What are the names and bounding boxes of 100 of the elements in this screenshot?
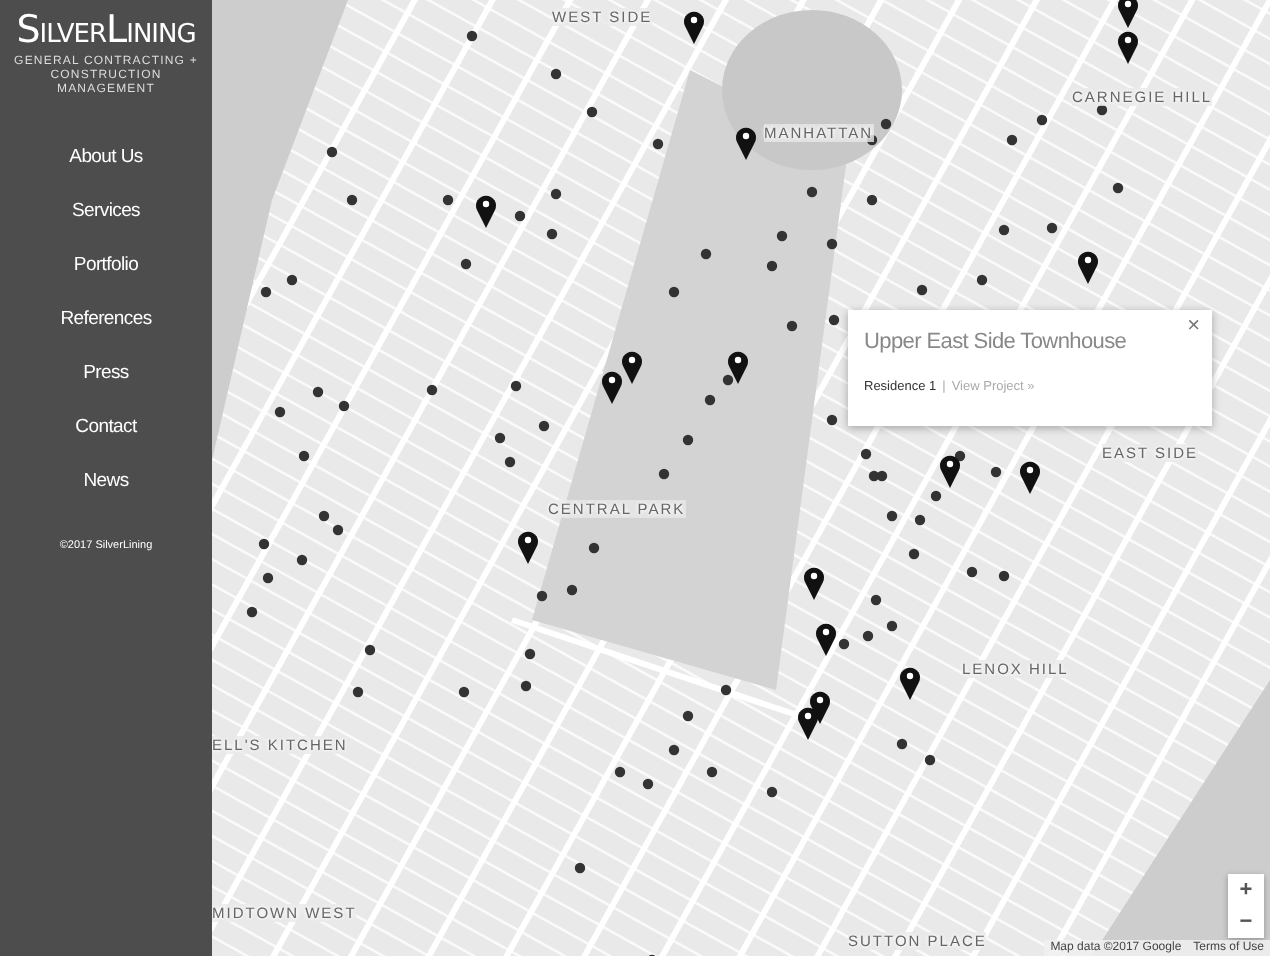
location-dot[interactable] — [908, 548, 920, 560]
location-dot[interactable] — [722, 374, 734, 386]
nav-link[interactable]: Press — [83, 358, 129, 388]
location-dot[interactable] — [642, 778, 654, 790]
location-dot[interactable] — [550, 188, 562, 200]
location-dot[interactable] — [862, 630, 874, 642]
nav-link[interactable]: News — [83, 466, 129, 496]
location-dot[interactable] — [338, 400, 350, 412]
location-dot[interactable] — [880, 118, 892, 130]
location-dot[interactable] — [586, 106, 598, 118]
location-dot[interactable] — [332, 524, 344, 536]
map-pin-icon[interactable] — [940, 455, 960, 488]
location-dot[interactable] — [460, 258, 472, 270]
map-pin-icon[interactable] — [1078, 251, 1098, 284]
location-dot[interactable] — [786, 320, 798, 332]
location-dot[interactable] — [466, 30, 478, 42]
location-dot[interactable] — [494, 432, 506, 444]
zoom-out-button[interactable]: − — [1228, 906, 1264, 938]
location-dot[interactable] — [312, 386, 324, 398]
close-button[interactable]: × — [1183, 314, 1204, 338]
map-pin-icon[interactable] — [804, 567, 824, 600]
location-dot[interactable] — [914, 514, 926, 526]
location-dot[interactable] — [258, 538, 270, 550]
location-dot[interactable] — [442, 194, 454, 206]
location-dot[interactable] — [1096, 104, 1108, 116]
map-pin-icon[interactable] — [1118, 31, 1138, 64]
map-pin-icon[interactable] — [816, 623, 836, 656]
location-dot[interactable] — [538, 420, 550, 432]
map-pin-icon[interactable] — [518, 531, 538, 564]
location-dot[interactable] — [566, 584, 578, 596]
location-dot[interactable] — [504, 456, 516, 468]
location-dot[interactable] — [326, 146, 338, 158]
location-dot[interactable] — [916, 284, 928, 296]
location-dot[interactable] — [924, 754, 936, 766]
location-dot[interactable] — [998, 570, 1010, 582]
location-dot[interactable] — [860, 448, 872, 460]
location-dot[interactable] — [668, 286, 680, 298]
location-dot[interactable] — [318, 510, 330, 522]
location-dot[interactable] — [896, 738, 908, 750]
location-dot[interactable] — [828, 314, 840, 326]
location-dot[interactable] — [866, 194, 878, 206]
location-dot[interactable] — [668, 744, 680, 756]
map-pin-icon[interactable] — [622, 351, 642, 384]
location-dot[interactable] — [274, 406, 286, 418]
location-dot[interactable] — [838, 638, 850, 650]
location-dot[interactable] — [1006, 134, 1018, 146]
location-dot[interactable] — [520, 680, 532, 692]
map-pin-icon[interactable] — [728, 351, 748, 384]
location-dot[interactable] — [246, 606, 258, 618]
location-dot[interactable] — [426, 384, 438, 396]
location-dot[interactable] — [510, 380, 522, 392]
location-dot[interactable] — [514, 210, 526, 222]
map-pin-icon[interactable] — [476, 195, 496, 228]
location-dot[interactable] — [614, 766, 626, 778]
location-dot[interactable] — [826, 414, 838, 426]
location-dot[interactable] — [826, 238, 838, 250]
map-pin-icon[interactable] — [1118, 0, 1138, 28]
map-pin-icon[interactable] — [1020, 461, 1040, 494]
zoom-in-button[interactable]: + — [1228, 874, 1264, 906]
location-dot[interactable] — [588, 542, 600, 554]
nav-link[interactable]: About Us — [69, 142, 143, 172]
location-dot[interactable] — [930, 490, 942, 502]
location-dot[interactable] — [458, 686, 470, 698]
nav-link[interactable]: Services — [71, 196, 141, 226]
location-dot[interactable] — [550, 68, 562, 80]
location-dot[interactable] — [364, 644, 376, 656]
location-dot[interactable] — [766, 786, 778, 798]
location-dot[interactable] — [870, 594, 882, 606]
nav-link[interactable]: Portfolio — [73, 250, 139, 280]
location-dot[interactable] — [990, 466, 1002, 478]
location-dot[interactable] — [1046, 222, 1058, 234]
location-dot[interactable] — [286, 274, 298, 286]
location-dot[interactable] — [546, 228, 558, 240]
location-dot[interactable] — [658, 468, 670, 480]
map-pin-icon[interactable] — [684, 11, 704, 44]
nav-link[interactable]: Contact — [75, 412, 137, 442]
location-dot[interactable] — [574, 862, 586, 874]
location-dot[interactable] — [886, 510, 898, 522]
location-dot[interactable] — [776, 230, 788, 242]
location-dot[interactable] — [298, 450, 310, 462]
location-dot[interactable] — [262, 572, 274, 584]
location-dot[interactable] — [652, 138, 664, 150]
location-dot[interactable] — [536, 590, 548, 602]
map-pin-icon[interactable] — [900, 667, 920, 700]
location-dot[interactable] — [720, 684, 732, 696]
location-dot[interactable] — [352, 686, 364, 698]
location-dot[interactable] — [886, 620, 898, 632]
map-pin-icon[interactable] — [602, 371, 622, 404]
location-dot[interactable] — [682, 710, 694, 722]
location-dot[interactable] — [524, 648, 536, 660]
location-dot[interactable] — [868, 470, 880, 482]
location-dot[interactable] — [806, 186, 818, 198]
location-dot[interactable] — [260, 286, 272, 298]
location-dot[interactable] — [998, 224, 1010, 236]
location-dot[interactable] — [766, 260, 778, 272]
map-pin-icon[interactable] — [798, 707, 818, 740]
map-pin-icon[interactable] — [736, 127, 756, 160]
location-dot[interactable] — [966, 566, 978, 578]
location-dot[interactable] — [296, 554, 308, 566]
location-dot[interactable] — [346, 194, 358, 206]
